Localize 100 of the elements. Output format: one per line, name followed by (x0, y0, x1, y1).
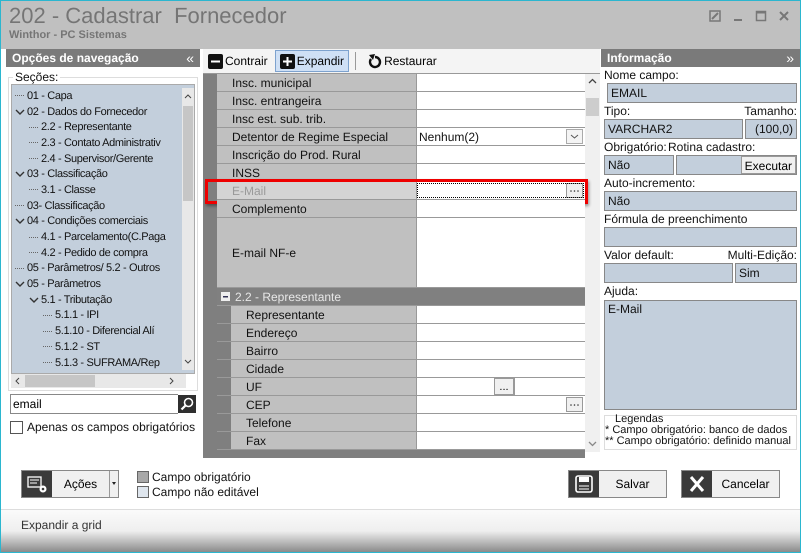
legend-text: ** Campo obrigatório: definido manual (605, 436, 792, 447)
tree-item[interactable]: 3.1 - Classe (41, 184, 96, 196)
input-field[interactable] (416, 414, 585, 431)
field-label: Auto-incremento: (604, 176, 696, 191)
actions-button[interactable]: Ações (21, 470, 119, 498)
tree-item[interactable]: 2.2 - Representante (41, 121, 132, 134)
input-field[interactable] (416, 342, 585, 359)
tree-item[interactable]: 03- Classificação (27, 200, 105, 212)
field-label: Cidade (231, 360, 416, 377)
dropdown-field[interactable]: Nenhum(2) (416, 128, 585, 145)
legend-label: Campo não editável (152, 484, 259, 498)
restore-icon (367, 54, 382, 68)
minus-icon (208, 54, 223, 68)
field-label: Tamanho: (744, 104, 797, 119)
field-label: Telefone (231, 414, 416, 431)
form-gear-icon (22, 471, 52, 497)
tree-item[interactable]: 4.2 - Pedido de compra (41, 246, 148, 259)
expanded-chevron-icon[interactable] (15, 216, 25, 226)
vertical-scrollbar[interactable] (585, 74, 600, 452)
tree-item[interactable]: 02 - Dados do Fornecedor (27, 106, 148, 118)
input-field[interactable] (416, 218, 585, 287)
execute-button[interactable]: Executar (740, 156, 796, 174)
legend-title: Legendas (615, 414, 664, 425)
input-field[interactable] (416, 306, 585, 323)
tree-item[interactable]: 5.1.1 - IPI (55, 309, 99, 322)
search-icon[interactable] (178, 395, 196, 413)
checkbox[interactable] (10, 420, 23, 434)
toolbar-button[interactable]: Expandir (274, 50, 350, 72)
field-label: CEP (231, 396, 416, 413)
field-label: Inscrição do Prod. Rural (217, 146, 416, 163)
tree-item[interactable]: 2.4 - Supervisor/Gerente (41, 152, 154, 165)
field-label: Valor default: (604, 248, 674, 263)
tree-item[interactable]: 5.1.2 - ST (55, 340, 100, 353)
field-label: Insc. entrangeira (217, 92, 416, 109)
tree-item[interactable]: 01 - Capa (27, 90, 72, 102)
close-icon (682, 471, 712, 497)
sections-label: Seções: (13, 70, 60, 84)
input-field[interactable] (416, 200, 585, 217)
field-label: Multi-Edição: (728, 248, 797, 263)
save-button[interactable]: Salvar (568, 470, 667, 498)
window-subtitle: Winthor - PC Sistemas (9, 29, 128, 41)
tree-item[interactable]: 04 - Condições comerciais (27, 215, 148, 228)
toolbar-button[interactable]: Contrair (203, 50, 273, 72)
field-label: Fórmula de preenchimento (604, 212, 748, 227)
expanded-chevron-icon[interactable] (15, 279, 25, 290)
input-field[interactable] (416, 432, 585, 449)
info-field: E-Mail (604, 300, 797, 410)
input-field[interactable] (416, 146, 585, 163)
tree-item[interactable]: 5.1.10 - Diferencial Alí (55, 325, 154, 338)
field-label: Representante (231, 306, 416, 323)
field-label: Complemento (217, 200, 416, 217)
field-label: E-Mail (217, 182, 416, 199)
panel-title: Informação (607, 51, 672, 65)
maximize-icon[interactable] (755, 10, 767, 22)
collapse-box-icon[interactable] (221, 292, 230, 301)
input-field[interactable] (416, 74, 585, 91)
collapse-button[interactable]: « (186, 51, 194, 65)
input-field[interactable] (416, 92, 585, 109)
close-icon[interactable] (778, 10, 790, 22)
group-header: 2.2 - Representante (235, 290, 342, 304)
info-field: (100,0) (745, 119, 797, 139)
ellipsis-button[interactable] (566, 183, 583, 198)
tree-item[interactable]: 5.1 - Tributação (41, 294, 112, 306)
expanded-chevron-icon[interactable] (15, 169, 25, 180)
info-field: VARCHAR2 (604, 119, 743, 139)
window-title: 202 - Cadastrar Fornecedor (9, 3, 287, 29)
tree-item[interactable]: 5.1.3 - SUFRAMA/Rep (55, 356, 160, 369)
dropdown-caret-icon (109, 471, 118, 497)
info-field: Não (604, 155, 674, 175)
field-label: UF (231, 378, 416, 395)
ellipsis-button[interactable]: ... (494, 378, 514, 395)
tree-item[interactable]: 4.1 - Parcelamento(C.Paga (41, 231, 166, 244)
dropdown-caret-icon[interactable] (566, 129, 583, 144)
field-label: Endereço (231, 324, 416, 341)
input-field[interactable] (416, 360, 585, 377)
status-text[interactable]: Expandir a grid (21, 518, 102, 532)
tree-item[interactable]: 05 - Parâmetros/ 5.2 - Outros (27, 262, 160, 274)
tree-item[interactable]: 2.3 - Contato Administrativ (41, 136, 161, 149)
field-label: Fax (231, 432, 416, 449)
field-label: Obrigatório: (604, 140, 666, 155)
field-label: Tipo: (604, 104, 630, 119)
tree-item[interactable]: 05 - Parâmetros (27, 278, 101, 290)
tree-item[interactable]: 03 - Classificação (27, 168, 108, 180)
cancel-button[interactable]: Cancelar (681, 470, 780, 498)
expand-button[interactable]: » (786, 51, 794, 65)
input-field[interactable] (416, 324, 585, 341)
field-label: Rotina cadastro: (668, 140, 756, 155)
vertical-scrollbar[interactable] (182, 88, 194, 370)
checkbox-label: Apenas os campos obrigatórios (27, 420, 196, 434)
field-label: Insc. municipal (217, 74, 416, 91)
field-label: Nome campo: (604, 68, 680, 83)
plus-icon (280, 54, 295, 68)
expanded-chevron-icon[interactable] (29, 294, 39, 305)
search-field[interactable]: email (10, 394, 178, 414)
toolbar-button[interactable]: Restaurar (362, 50, 442, 72)
legend-label: Campo obrigatório (152, 470, 251, 484)
legend-text: * Campo obrigatório: banco de dados (605, 425, 788, 436)
expanded-chevron-icon[interactable] (15, 106, 25, 117)
input-field[interactable] (416, 110, 585, 127)
field-label: Bairro (231, 342, 416, 359)
